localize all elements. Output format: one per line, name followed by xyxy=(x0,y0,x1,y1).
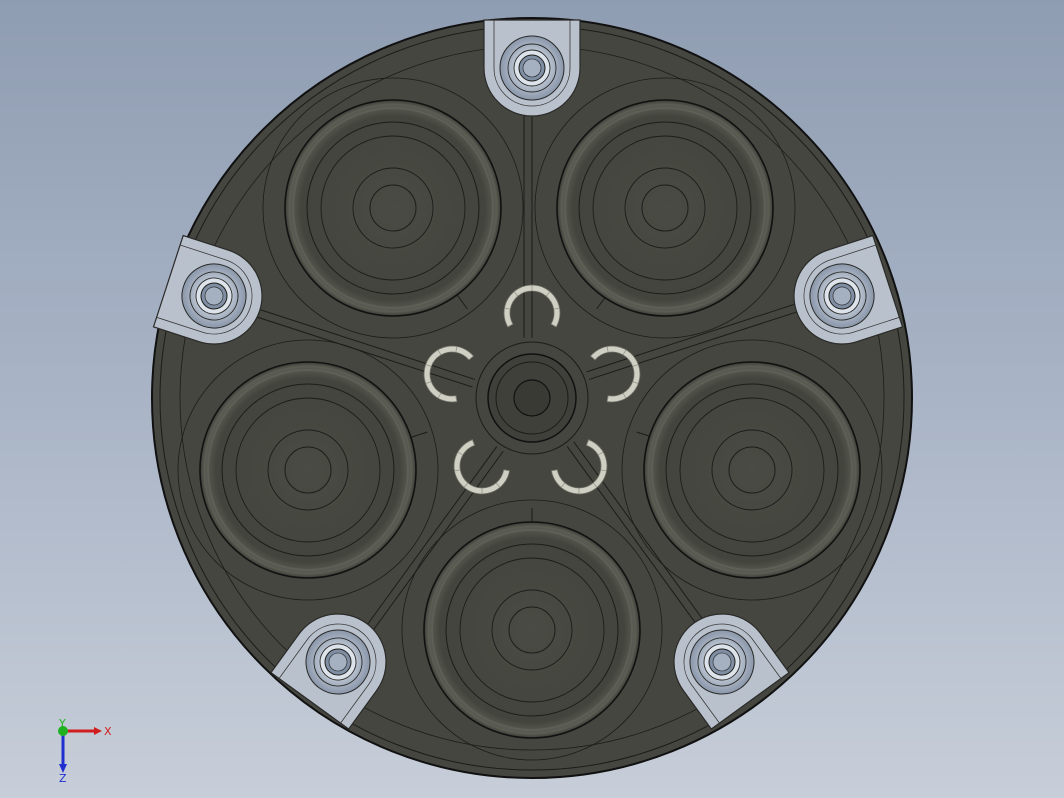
x-axis-label: X xyxy=(104,725,112,738)
mounting-boss[interactable] xyxy=(483,19,581,117)
cad-viewport[interactable] xyxy=(0,0,1064,798)
y-axis-label: Y xyxy=(58,718,66,730)
x-axis-arrowhead xyxy=(94,727,102,735)
triad-quadrant xyxy=(63,731,88,756)
axis-triad: X Y Z xyxy=(58,718,112,783)
central-hub[interactable] xyxy=(475,341,589,455)
z-axis-label: Z xyxy=(59,772,67,783)
